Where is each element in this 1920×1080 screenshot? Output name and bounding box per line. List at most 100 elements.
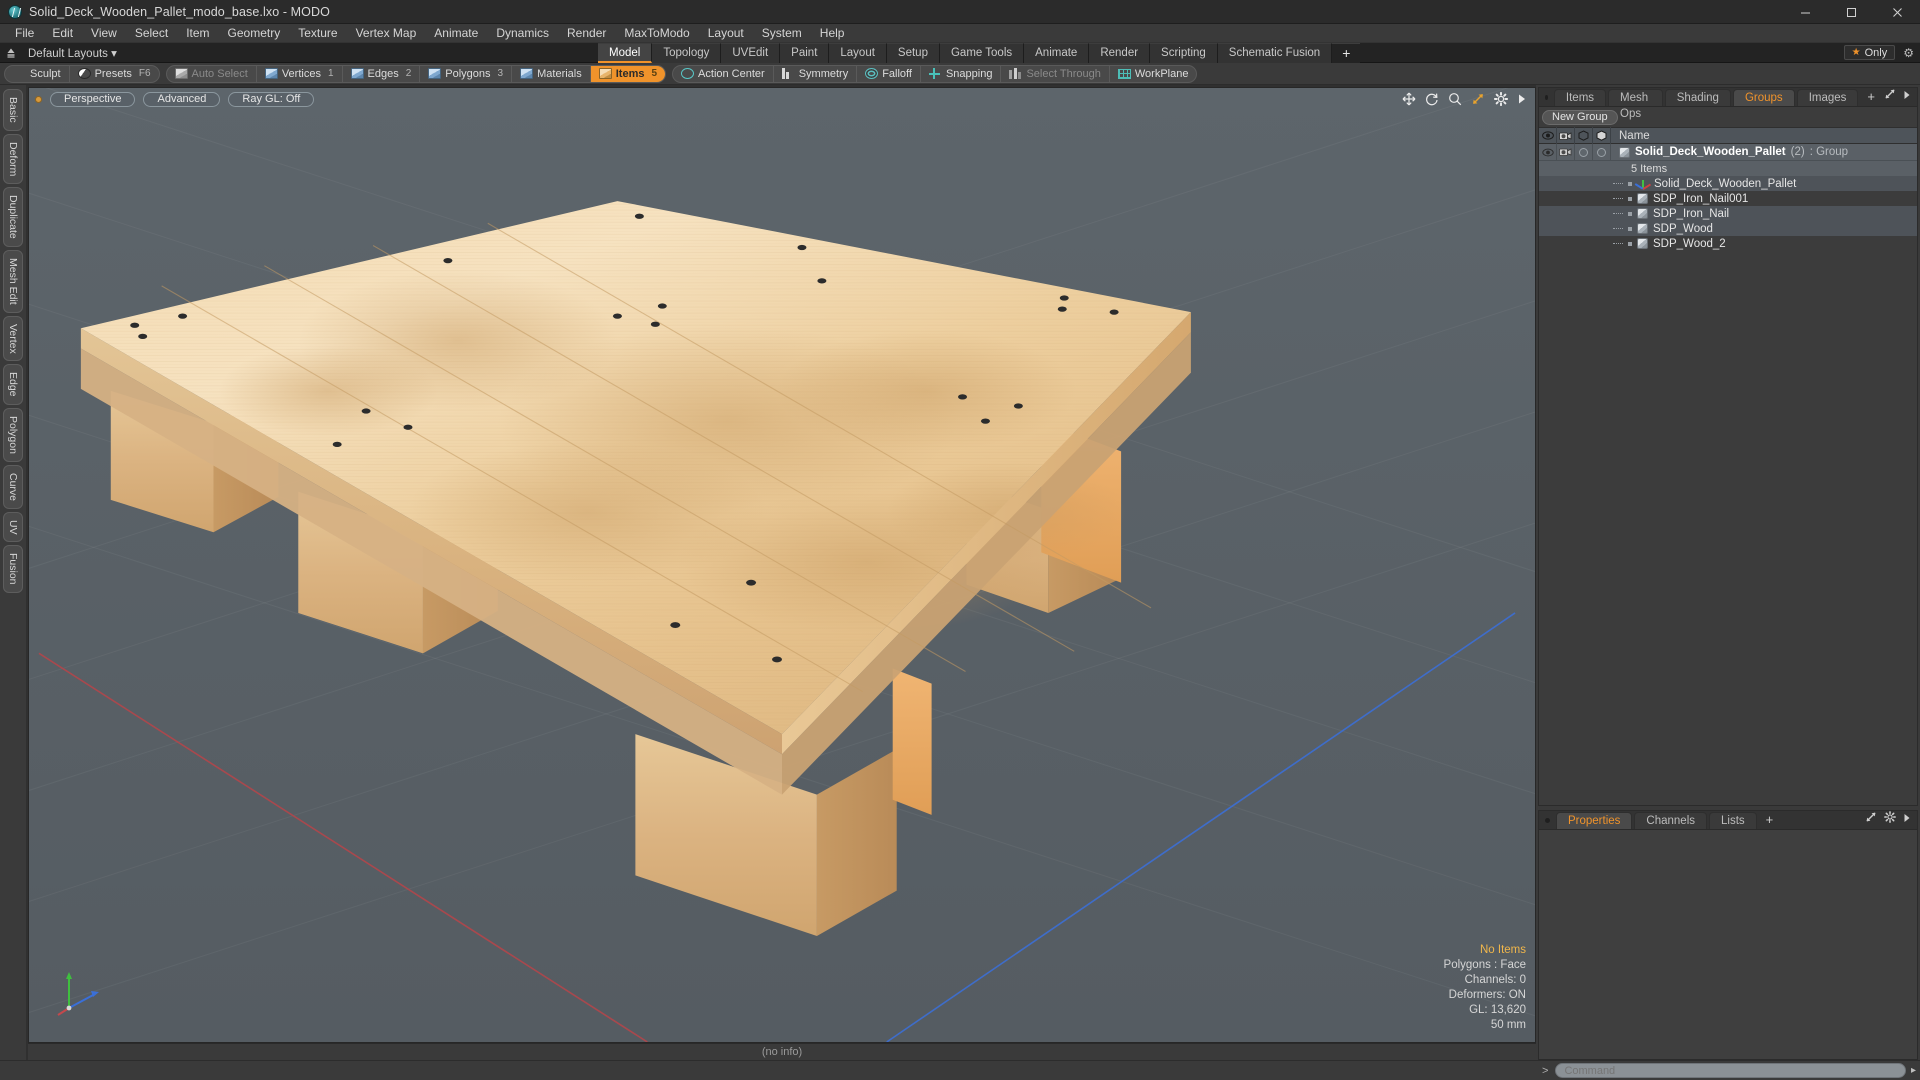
zoom-icon[interactable] — [1448, 92, 1462, 106]
menu-item-dynamics[interactable]: Dynamics — [487, 24, 558, 43]
presets-button[interactable]: Presets F6 — [70, 66, 159, 82]
tab-paint[interactable]: Paint — [780, 42, 830, 63]
sidebar-item-mesh-edit[interactable]: Mesh Edit — [3, 249, 23, 313]
list-item[interactable]: SDP_Wood — [1539, 221, 1917, 236]
menu-item-edit[interactable]: Edit — [43, 24, 82, 43]
row-checkbox-solid[interactable] — [1593, 144, 1611, 161]
tab-mesh-ops[interactable]: Mesh Ops — [1608, 89, 1663, 120]
column-visibility-eye-icon[interactable] — [1539, 127, 1557, 144]
add-panel-tab-button[interactable]: + — [1860, 89, 1882, 106]
tab-lists[interactable]: Lists — [1709, 812, 1757, 829]
viewport-menu-dot-icon[interactable] — [35, 96, 42, 103]
close-button[interactable] — [1874, 0, 1920, 24]
new-group-button[interactable]: New Group — [1542, 109, 1618, 125]
move-icon[interactable] — [1402, 92, 1416, 106]
menu-item-maxtomodo[interactable]: MaxToModo — [615, 24, 698, 43]
sidebar-item-fusion[interactable]: Fusion — [3, 545, 23, 593]
vertices-mode-button[interactable]: Vertices 1 — [257, 65, 343, 82]
list-item[interactable]: SDP_Iron_Nail001 — [1539, 191, 1917, 206]
row-checkbox-outline[interactable] — [1575, 144, 1593, 161]
view-mode-dropdown[interactable]: Perspective — [50, 92, 136, 107]
symmetry-button[interactable]: Symmetry — [774, 65, 858, 82]
tab-shading[interactable]: Shading — [1664, 89, 1731, 106]
tab-model[interactable]: Model — [598, 42, 653, 63]
sidebar-item-vertex[interactable]: Vertex — [3, 315, 23, 362]
3d-viewport[interactable]: Perspective Advanced Ray GL: Off No Item… — [28, 87, 1536, 1043]
sidebar-item-polygon[interactable]: Polygon — [3, 407, 23, 462]
default-layouts-dropdown[interactable]: Default Layouts ▾ — [22, 46, 123, 60]
sidebar-item-edge[interactable]: Edge — [3, 364, 23, 405]
tab-groups[interactable]: Groups — [1732, 89, 1795, 106]
chevron-right-icon[interactable] — [1517, 93, 1527, 105]
list-item[interactable]: SDP_Iron_Nail — [1539, 206, 1917, 221]
tab-scripting[interactable]: Scripting — [1150, 42, 1218, 63]
expand-panel-icon[interactable] — [1865, 811, 1877, 826]
sidebar-item-basic[interactable]: Basic — [3, 89, 23, 131]
tab-topology[interactable]: Topology — [652, 42, 722, 63]
fit-icon[interactable] — [1471, 92, 1485, 106]
command-input[interactable] — [1555, 1063, 1906, 1078]
menu-item-view[interactable]: View — [82, 24, 126, 43]
shading-mode-dropdown[interactable]: Advanced — [143, 92, 221, 107]
gear-icon[interactable] — [1884, 811, 1896, 826]
column-cube-solid-icon[interactable] — [1593, 127, 1611, 144]
panel-menu-dot-icon[interactable] — [1545, 818, 1550, 823]
column-render-camera-icon[interactable] — [1557, 127, 1575, 144]
falloff-button[interactable]: Falloff — [857, 65, 921, 82]
menu-item-geometry[interactable]: Geometry — [219, 24, 290, 43]
tab-items[interactable]: Items — [1553, 89, 1607, 106]
raygl-toggle[interactable]: Ray GL: Off — [228, 92, 315, 107]
materials-mode-button[interactable]: Materials — [512, 65, 591, 82]
sidebar-item-curve[interactable]: Curve — [3, 464, 23, 509]
menu-item-item[interactable]: Item — [177, 24, 218, 43]
command-chevron-right-icon[interactable]: ▸ — [1911, 1065, 1916, 1076]
layout-home-icon[interactable] — [0, 47, 22, 59]
edges-mode-button[interactable]: Edges 2 — [343, 65, 421, 82]
tab-channels[interactable]: Channels — [1634, 812, 1708, 829]
snapping-button[interactable]: Snapping — [921, 65, 1002, 82]
axis-gizmo[interactable] — [55, 968, 101, 1016]
action-center-button[interactable]: Action Center — [673, 65, 774, 82]
gear-icon[interactable] — [1494, 92, 1508, 106]
column-cube-outline-icon[interactable] — [1575, 127, 1593, 144]
list-item[interactable]: Solid_Deck_Wooden_Pallet — [1539, 176, 1917, 191]
tab-setup[interactable]: Setup — [886, 42, 940, 63]
tab-game-tools[interactable]: Game Tools — [939, 42, 1025, 63]
add-layout-tab-button[interactable]: + — [1332, 42, 1361, 63]
rotate-icon[interactable] — [1425, 92, 1439, 106]
sculpt-button[interactable]: Sculpt — [5, 65, 70, 82]
menu-item-layout[interactable]: Layout — [699, 24, 753, 43]
add-properties-tab-button[interactable]: + — [1759, 812, 1781, 829]
menu-item-animate[interactable]: Animate — [425, 24, 487, 43]
sidebar-item-deform[interactable]: Deform — [3, 133, 23, 185]
tab-uvedit[interactable]: UVEdit — [721, 42, 781, 63]
sidebar-item-uv[interactable]: UV — [3, 511, 23, 543]
menu-item-system[interactable]: System — [753, 24, 811, 43]
tab-render[interactable]: Render — [1089, 42, 1151, 63]
table-row[interactable]: Solid_Deck_Wooden_Pallet (2) : Group — [1539, 144, 1917, 161]
maximize-button[interactable] — [1828, 0, 1874, 24]
row-render-camera-icon[interactable] — [1557, 144, 1575, 161]
minimize-button[interactable] — [1782, 0, 1828, 24]
select-through-button[interactable]: Select Through — [1001, 65, 1110, 82]
tab-animate[interactable]: Animate — [1024, 42, 1090, 63]
menu-item-vertex-map[interactable]: Vertex Map — [347, 24, 426, 43]
tab-schematic-fusion[interactable]: Schematic Fusion — [1217, 42, 1333, 63]
sidebar-item-duplicate[interactable]: Duplicate — [3, 187, 23, 247]
only-toggle-button[interactable]: ★ Only — [1843, 45, 1896, 60]
tab-images[interactable]: Images — [1796, 89, 1859, 106]
row-visibility-eye-icon[interactable] — [1539, 144, 1557, 161]
workplane-button[interactable]: WorkPlane — [1110, 66, 1197, 82]
panel-chevron-right-icon[interactable] — [1903, 812, 1911, 826]
polygons-mode-button[interactable]: Polygons 3 — [420, 65, 513, 82]
panel-chevron-right-icon[interactable] — [1903, 89, 1911, 103]
tab-properties[interactable]: Properties — [1556, 812, 1633, 829]
settings-gear-icon[interactable]: ⚙ — [1903, 46, 1914, 60]
tab-layout[interactable]: Layout — [829, 42, 887, 63]
panel-menu-dot-icon[interactable] — [1545, 95, 1548, 100]
menu-item-render[interactable]: Render — [558, 24, 615, 43]
menu-item-file[interactable]: File — [6, 24, 43, 43]
menu-item-texture[interactable]: Texture — [289, 24, 346, 43]
menu-item-select[interactable]: Select — [126, 24, 177, 43]
menu-item-help[interactable]: Help — [811, 24, 854, 43]
